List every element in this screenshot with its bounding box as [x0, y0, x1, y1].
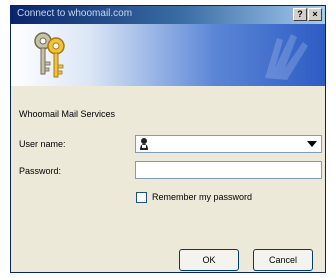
- keys-icon: [34, 32, 65, 78]
- user-name-combobox[interactable]: [135, 135, 322, 153]
- password-field[interactable]: [135, 161, 322, 179]
- ok-button[interactable]: OK: [179, 249, 239, 271]
- banner-watermark-icon: [265, 34, 308, 80]
- remember-password-label[interactable]: Remember my password: [152, 192, 252, 202]
- title-bar[interactable]: Connect to whoomail.com ? ×: [11, 6, 325, 24]
- help-button[interactable]: ?: [293, 8, 307, 21]
- chevron-down-icon[interactable]: [307, 141, 317, 147]
- dialog-title: Connect to whoomail.com: [17, 8, 133, 19]
- user-icon: [140, 138, 148, 150]
- login-dialog: Connect to whoomail.com ? × Whoomail Mai…: [10, 5, 326, 273]
- user-name-label: User name:: [19, 139, 66, 149]
- password-label: Password:: [19, 166, 62, 176]
- remember-password-checkbox[interactable]: [136, 192, 147, 203]
- cancel-button[interactable]: Cancel: [253, 249, 313, 271]
- close-button[interactable]: ×: [308, 8, 322, 21]
- dialog-banner: [11, 24, 325, 86]
- service-label: Whoomail Mail Services: [19, 109, 116, 119]
